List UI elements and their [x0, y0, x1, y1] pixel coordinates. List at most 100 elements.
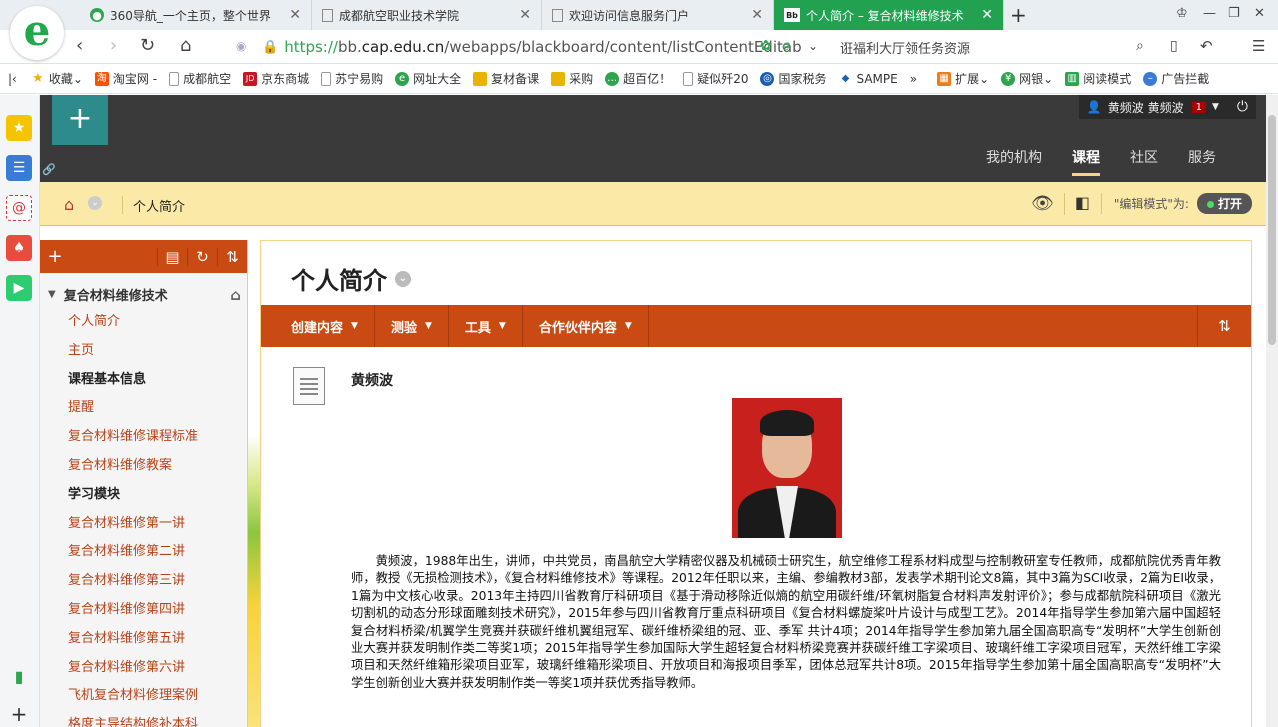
- url-dropdown-icon[interactable]: ⌄: [808, 39, 818, 53]
- search-icon[interactable]: ⌕: [1136, 38, 1144, 54]
- reorder-icon[interactable]: ⇅: [1197, 305, 1251, 347]
- bookmark-item[interactable]: 苏宁易购: [321, 70, 383, 87]
- bookmark-item[interactable]: JD 京东商城: [243, 70, 309, 87]
- close-tab-icon[interactable]: ✕: [745, 7, 763, 23]
- partner-content-button[interactable]: 合作伙伴内容 ▼: [523, 305, 649, 347]
- game-icon[interactable]: ♠: [6, 235, 32, 261]
- chevron-down-icon[interactable]: ▼: [1212, 102, 1219, 112]
- refresh-icon[interactable]: ↻: [140, 35, 155, 56]
- page-scrollbar[interactable]: [1266, 95, 1278, 727]
- menu-item[interactable]: 复合材料维修课程标准: [40, 423, 247, 452]
- bookmark-more-icon[interactable]: »: [910, 72, 917, 86]
- maximize-icon[interactable]: ❐: [1228, 6, 1240, 21]
- bookmark-item[interactable]: ◎ 国家税务: [760, 70, 826, 87]
- mail-icon[interactable]: @: [6, 195, 32, 221]
- chevron-down-icon[interactable]: ⌄: [395, 270, 411, 287]
- search-input[interactable]: 诳福利大厅领任务资源: [840, 38, 970, 57]
- extensions-button[interactable]: ▦ 扩展 ⌄: [937, 70, 989, 87]
- forward-icon[interactable]: ›: [110, 35, 117, 56]
- url-field[interactable]: 🔒 https:// bb. cap.edu.cn /webapps/black…: [262, 34, 842, 60]
- menu-item[interactable]: 复合材料维修第五讲: [40, 625, 247, 654]
- menu-item[interactable]: 复合材料维修第一讲: [40, 510, 247, 539]
- tools-button[interactable]: 工具 ▼: [449, 305, 523, 347]
- collapse-triangle-icon[interactable]: ▼: [48, 289, 56, 300]
- bookmark-item[interactable]: 疑似歼20: [683, 70, 748, 87]
- browser-logo-icon[interactable]: e: [10, 6, 64, 60]
- news-icon[interactable]: ☰: [6, 155, 32, 181]
- user-menu[interactable]: 👤 黄频波 黄频波 1 ▼ ⏻: [1078, 95, 1256, 119]
- menu-item[interactable]: 复合材料维修教案: [40, 452, 247, 481]
- nav-courses[interactable]: 课程: [1072, 147, 1100, 176]
- bookmark-item[interactable]: 淘淘宝网 -: [94, 70, 157, 87]
- bookmark-item[interactable]: 成都航空: [169, 70, 231, 87]
- window-close-icon[interactable]: ✕: [1254, 6, 1265, 21]
- browser-tab-active[interactable]: Bb 个人简介 – 复合材料维修技术 ✕: [774, 0, 1004, 30]
- back-icon[interactable]: ‹: [76, 35, 83, 56]
- bio-text: 黄频波，1988年出生，讲师，中共党员，南昌航空大学精密仪器及机械硕士研究生，航…: [351, 554, 1221, 690]
- skin-icon[interactable]: ♔: [1176, 6, 1188, 21]
- browser-tab-bar: e ● 360导航_一个主页，整个世界 ✕ 成都航空职业技术学院 ✕ 欢迎访问信…: [0, 0, 1278, 60]
- menu-item[interactable]: 复合材料维修第二讲: [40, 538, 247, 567]
- content-area: 个人简介 ⌄ 创建内容 ▼ 测验 ▼ 工具 ▼ 合作伙伴内容 ▼ ⇅ 黄频波 黄频波，1…: [260, 240, 1252, 727]
- menu-item[interactable]: 主页: [40, 337, 247, 366]
- menu-item[interactable]: 个人简介: [40, 308, 247, 337]
- compat-mode-icon[interactable]: ℯ: [782, 38, 790, 54]
- bookmark-item[interactable]: e 网址大全: [395, 70, 461, 87]
- close-tab-icon[interactable]: ✕: [513, 7, 531, 23]
- adblock-button[interactable]: – 广告拦截: [1143, 70, 1209, 87]
- chevron-down-icon[interactable]: ⌄: [88, 196, 102, 210]
- browser-tab[interactable]: ● 360导航_一个主页，整个世界 ✕: [80, 0, 312, 30]
- course-home-icon[interactable]: ⌂: [230, 286, 241, 304]
- bookmark-item[interactable]: ◆ SAMPE: [838, 72, 898, 86]
- clipboard-icon[interactable]: ▮: [6, 663, 32, 689]
- power-icon[interactable]: ⏻: [1237, 99, 1248, 115]
- nav-services[interactable]: 服务: [1188, 147, 1216, 176]
- menu-item[interactable]: 提醒: [40, 394, 247, 423]
- tablet-icon[interactable]: ▯: [1170, 38, 1178, 54]
- scrollbar-thumb[interactable]: [1268, 115, 1276, 345]
- menu-item[interactable]: 复合材料维修第六讲: [40, 654, 247, 683]
- student-preview-icon[interactable]: 👁: [1031, 193, 1054, 214]
- menu-icon[interactable]: ☰: [1252, 37, 1265, 55]
- course-title[interactable]: ▼ 复合材料维修技术 ⌂: [40, 273, 247, 305]
- add-dock-icon[interactable]: +: [6, 701, 32, 727]
- bank-button[interactable]: ¥ 网银 ⌄: [1001, 70, 1053, 87]
- link-icon[interactable]: 🔗: [42, 163, 56, 176]
- content-item-title[interactable]: 黄频波: [351, 370, 393, 390]
- refresh-menu-icon[interactable]: ↻: [187, 247, 217, 266]
- build-content-button[interactable]: 创建内容 ▼: [261, 305, 375, 347]
- reader-mode-button[interactable]: ▥ 阅读模式: [1065, 70, 1131, 87]
- privacy-icon[interactable]: ◉: [236, 39, 246, 53]
- browser-tab[interactable]: 欢迎访问信息服务门户 ✕: [542, 0, 774, 30]
- bookmark-item[interactable]: … 超百亿！: [605, 70, 671, 87]
- bookmark-item[interactable]: 采购: [551, 70, 593, 87]
- home-icon[interactable]: ⌂: [64, 195, 74, 214]
- bookmark-back-icon[interactable]: |‹: [8, 72, 17, 86]
- video-icon[interactable]: ▶: [6, 275, 32, 301]
- browser-tab[interactable]: 成都航空职业技术学院 ✕: [312, 0, 542, 30]
- undo-icon[interactable]: ↶: [1200, 37, 1213, 55]
- menu-item[interactable]: 复合材料维修第三讲: [40, 567, 247, 596]
- add-plus-icon[interactable]: +: [52, 95, 108, 145]
- bookmark-item[interactable]: 复材备课: [473, 70, 539, 87]
- new-tab-icon[interactable]: +: [1010, 3, 1027, 27]
- favorites-star-icon[interactable]: ★: [6, 115, 32, 141]
- home-icon[interactable]: ⌂: [180, 35, 191, 56]
- add-menu-item-icon[interactable]: +: [40, 246, 70, 267]
- reorder-icon[interactable]: ⇅: [217, 247, 247, 266]
- menu-item[interactable]: 格度主导结构修补本科: [40, 711, 247, 727]
- minimize-icon[interactable]: —: [1203, 6, 1216, 21]
- edit-mode-toggle[interactable]: 打开: [1196, 193, 1252, 214]
- nav-my-institution[interactable]: 我的机构: [986, 147, 1042, 176]
- nav-community[interactable]: 社区: [1130, 147, 1158, 176]
- theme-icon[interactable]: ◧: [1063, 193, 1090, 215]
- menu-item[interactable]: 飞机复合材料修理案例: [40, 682, 247, 711]
- menu-item[interactable]: 复合材料维修第四讲: [40, 596, 247, 625]
- assessments-button[interactable]: 测验 ▼: [375, 305, 449, 347]
- folder-view-icon[interactable]: ▤: [157, 247, 187, 266]
- security-shield-icon[interactable]: ✿: [760, 38, 772, 54]
- bookmark-item[interactable]: ★ 收藏 ⌄: [31, 70, 83, 87]
- close-tab-icon[interactable]: ✕: [975, 7, 993, 23]
- close-tab-icon[interactable]: ✕: [283, 7, 301, 23]
- notification-badge[interactable]: 1: [1191, 101, 1206, 113]
